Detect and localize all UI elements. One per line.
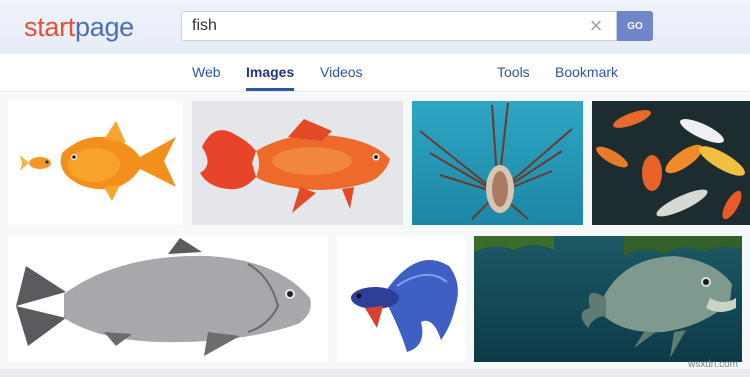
search-input[interactable] (182, 12, 562, 40)
startpage-logo[interactable]: startpage (24, 12, 134, 43)
tab-web[interactable]: Web (192, 64, 221, 80)
logo-start: start (24, 12, 76, 42)
betta-fish (351, 259, 458, 352)
koi-fish (596, 110, 745, 220)
goldfish (200, 119, 390, 213)
small-goldfish (20, 155, 51, 171)
tab-images[interactable]: Images (246, 64, 294, 80)
horizontal-scrollbar[interactable] (0, 369, 750, 377)
image-result-lionfish[interactable] (412, 101, 583, 225)
large-goldfish (60, 121, 176, 201)
tab-videos[interactable]: Videos (320, 64, 363, 80)
carp-fish (16, 238, 311, 356)
header: startpage × GO (0, 0, 750, 54)
image-result-salmon-underwater[interactable] (474, 236, 742, 362)
salmon-fish (581, 256, 736, 358)
clear-icon[interactable]: × (586, 15, 606, 37)
go-button[interactable]: GO (617, 11, 653, 41)
seaweed (474, 236, 742, 256)
image-result-goldfish[interactable] (192, 101, 403, 225)
image-result-goldfish-pair[interactable] (8, 101, 182, 225)
image-result-carp[interactable] (8, 236, 328, 362)
image-result-betta[interactable] (337, 236, 465, 362)
search-box: × (181, 11, 617, 41)
image-result-koi-pond[interactable] (592, 101, 750, 225)
tab-tools[interactable]: Tools (497, 64, 530, 80)
logo-page: page (75, 12, 134, 42)
tab-bookmark[interactable]: Bookmark (555, 64, 618, 80)
image-results: wsxdn.com (0, 93, 750, 377)
go-label: GO (627, 20, 643, 32)
active-tab-indicator (246, 88, 294, 91)
search-tabs: Web Images Videos Tools Bookmark (0, 54, 750, 92)
